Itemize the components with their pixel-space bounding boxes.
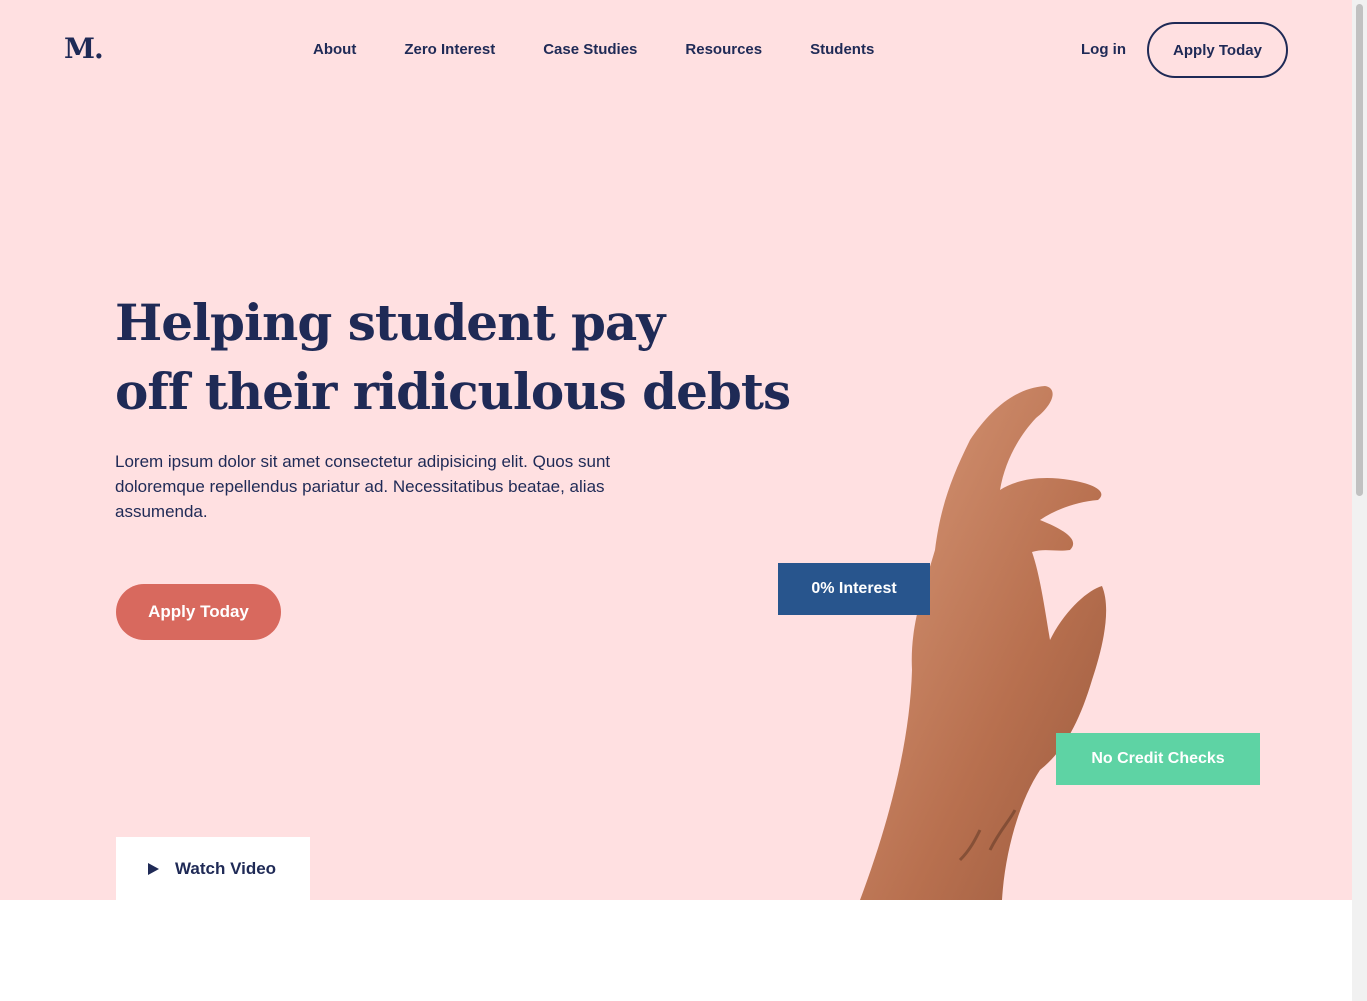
hero-description: Lorem ipsum dolor sit amet consectetur a… (115, 452, 611, 521)
hero-headline: Helping student pay off their ridiculous… (115, 288, 791, 426)
headline-line-2: off their ridiculous debts (115, 362, 791, 421)
hero-apply-button[interactable]: Apply Today (116, 584, 281, 640)
scrollbar[interactable] (1352, 0, 1367, 1001)
main-nav: About Zero Interest Case Studies Resourc… (313, 41, 922, 58)
watch-video-label: Watch Video (175, 859, 277, 878)
nav-link-students[interactable]: Students (810, 41, 874, 58)
logo[interactable]: M. (64, 32, 104, 65)
nav-link-about[interactable]: About (313, 41, 356, 58)
play-icon (148, 863, 159, 875)
nav-link-resources[interactable]: Resources (685, 41, 762, 58)
interest-badge: 0% Interest (778, 563, 930, 615)
hero-section: M. About Zero Interest Case Studies Reso… (0, 0, 1352, 900)
login-link[interactable]: Log in (1081, 41, 1126, 58)
credit-check-badge: No Credit Checks (1056, 733, 1260, 785)
nav-link-case-studies[interactable]: Case Studies (543, 41, 637, 58)
watch-video-button[interactable]: Watch Video (116, 837, 310, 900)
hand-illustration (860, 386, 1107, 900)
scrollbar-thumb[interactable] (1356, 4, 1363, 496)
nav-link-zero-interest[interactable]: Zero Interest (404, 41, 495, 58)
headline-line-1: Helping student pay (115, 293, 665, 352)
header-apply-button[interactable]: Apply Today (1147, 22, 1288, 78)
